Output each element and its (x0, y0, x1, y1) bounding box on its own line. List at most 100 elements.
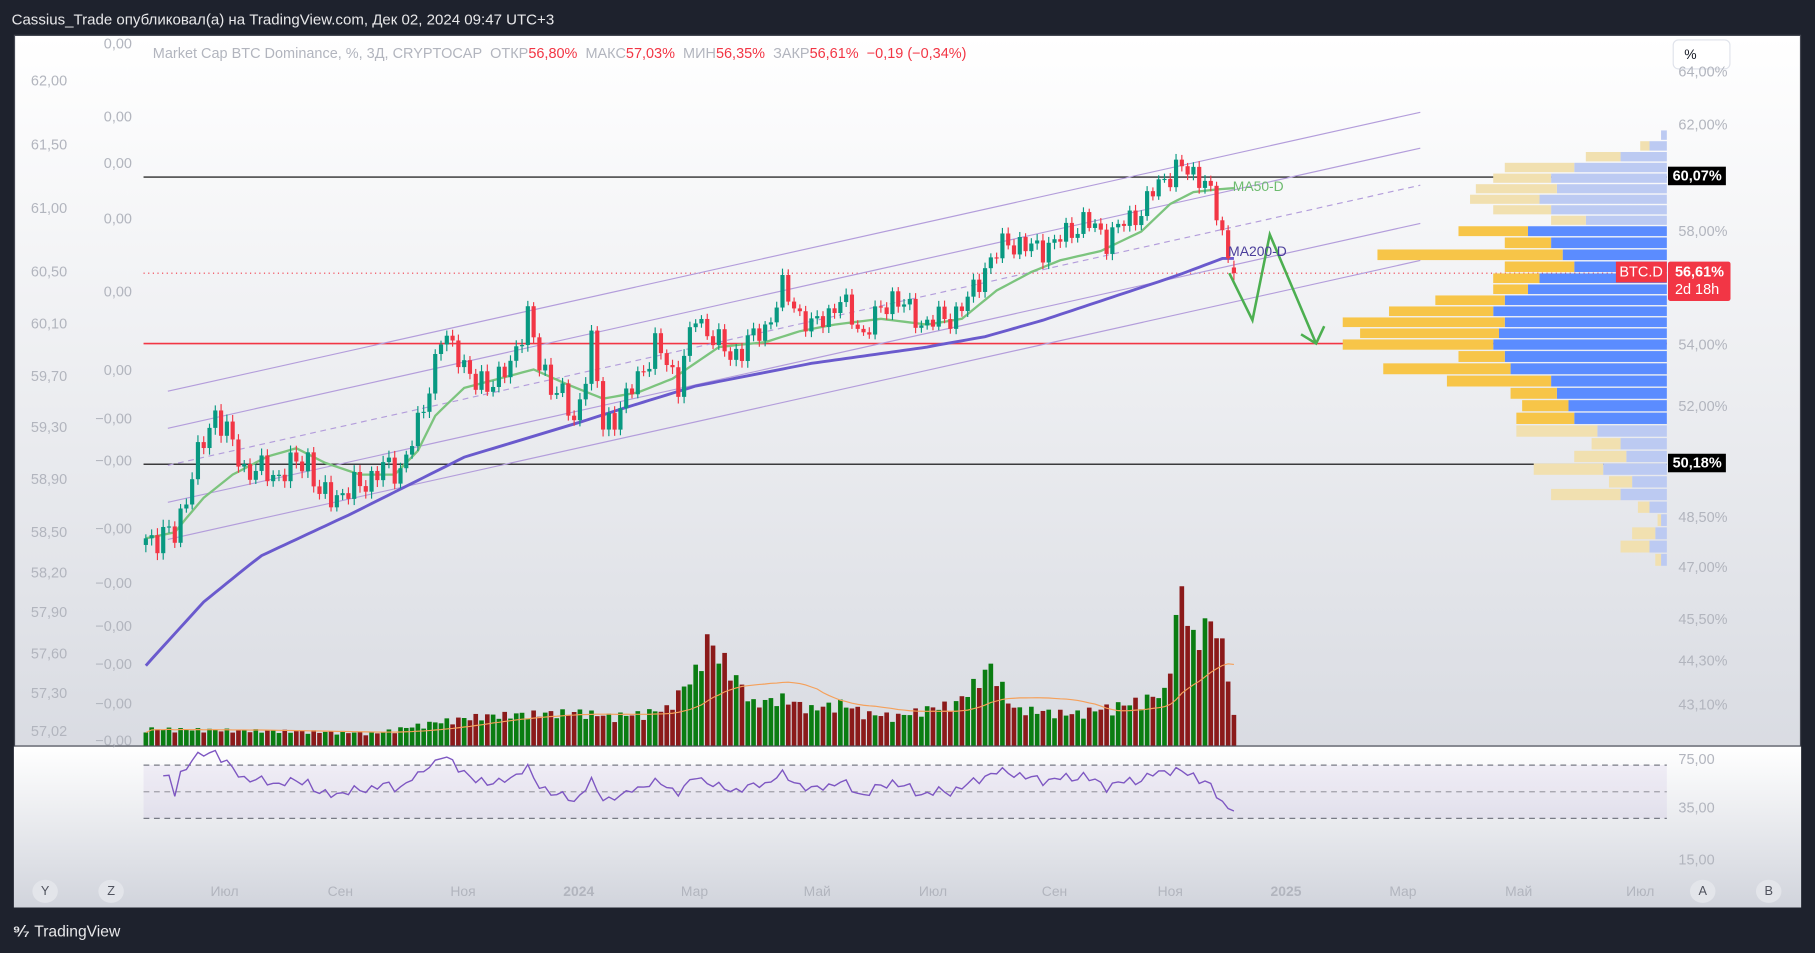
candle-body (427, 393, 432, 412)
candle-body (305, 452, 310, 472)
candle-body (433, 354, 438, 394)
volume-bar (189, 730, 195, 746)
volume-bar (757, 707, 762, 746)
volume-bar (380, 732, 386, 746)
left-axis-label: 62,00 (30, 72, 68, 90)
candle-body (606, 413, 611, 430)
left-axis-label: 0,00 (103, 210, 132, 227)
tradingview-logo[interactable]: ⁹⁄₇ TradingView (13, 921, 121, 940)
candle-body (531, 306, 536, 338)
candle-body (155, 535, 160, 554)
volume-profile-down (1516, 412, 1575, 424)
volume-bar (322, 731, 328, 746)
volume-bar (294, 731, 299, 746)
candle-body (519, 345, 525, 347)
nav-button-z[interactable]: Z (98, 879, 124, 903)
volume-bar (1231, 714, 1237, 746)
volume-bar (288, 732, 293, 746)
candle-body (1006, 233, 1011, 246)
volume-bar (988, 663, 994, 746)
volume-bar (612, 722, 617, 746)
volume-profile-down (1574, 450, 1627, 463)
candle-body (143, 538, 148, 545)
candle-body (757, 328, 762, 341)
candle-body (421, 411, 426, 413)
volume-bar (461, 718, 467, 746)
candle-body (1075, 233, 1080, 238)
low-value: 56,35% (715, 45, 766, 62)
candle-body (884, 307, 889, 315)
candle-body (1029, 243, 1034, 252)
volume-bar (195, 728, 201, 746)
volume-profile-down (1516, 425, 1598, 437)
candle-body (1168, 178, 1173, 188)
volume-bar (699, 671, 704, 746)
left-axis-label: 57,90 (30, 604, 68, 621)
candle-body (1127, 210, 1132, 226)
candle-body (826, 308, 831, 328)
candle-body (450, 335, 455, 341)
nav-button-y[interactable]: Y (32, 879, 58, 903)
candle-body (1064, 222, 1069, 242)
candle-body (1104, 229, 1109, 254)
volume-bar (160, 729, 166, 746)
volume-profile-down (1551, 488, 1621, 501)
volume-bar (450, 724, 455, 746)
volume-profile-down (1493, 205, 1552, 215)
time-axis-label: Июл (210, 883, 239, 900)
volume-bar (1104, 704, 1109, 746)
volume-profile-down (1640, 141, 1650, 151)
volume-profile-up (1620, 438, 1667, 450)
price-axis-label: 43,10% (1678, 696, 1728, 714)
volume-profile-up (1585, 215, 1667, 225)
volume-bar (913, 708, 918, 746)
nav-button-a[interactable]: A (1689, 879, 1716, 903)
volume-bar (924, 706, 930, 746)
time-axis-label: Сен (327, 883, 354, 900)
volume-profile-up (1556, 387, 1667, 399)
volume-bar (265, 730, 270, 746)
volume-bar (1034, 713, 1040, 746)
candle-body (676, 367, 681, 397)
time-axis-label: 2024 (563, 883, 595, 900)
candle-body (1214, 185, 1219, 221)
volume-bar (409, 727, 415, 746)
chart-canvas[interactable] (0, 0, 1815, 953)
volume-profile-down (1389, 306, 1494, 317)
volume-bar (392, 733, 398, 746)
volume-profile-down (1637, 501, 1650, 513)
volume-profile-down (1510, 387, 1557, 399)
volume-profile-down (1342, 339, 1494, 350)
candle-body (566, 383, 571, 416)
candle-body (1069, 222, 1074, 238)
volume-bar (1029, 706, 1034, 746)
volume-bar (809, 705, 814, 746)
volume-bar (317, 732, 322, 746)
candle-body (589, 330, 594, 384)
candle-body (288, 452, 293, 482)
candle-body (398, 468, 403, 484)
lower-level-label: 50,18% (1668, 453, 1727, 473)
price-axis-label: 44,30% (1678, 652, 1728, 670)
volume-bar (1179, 586, 1185, 746)
time-axis-label: Июл (1626, 883, 1655, 900)
price-axis-label: 45,50% (1678, 611, 1728, 628)
volume-bar (537, 716, 542, 746)
candle-body (971, 279, 976, 297)
volume-bar (525, 718, 531, 746)
volume-bar (571, 712, 577, 746)
volume-profile-down (1470, 194, 1540, 204)
volume-profile-up (1574, 412, 1667, 424)
change-value: −0,19 (−0,34%) (866, 45, 967, 62)
left-axis-label: −0,00 (95, 656, 132, 673)
volume-bar (722, 652, 727, 746)
candle-body (508, 360, 513, 378)
volume-bar (849, 708, 855, 746)
volume-bar (803, 713, 808, 746)
volume-profile-up (1649, 540, 1667, 553)
volume-bar (1110, 715, 1115, 746)
nav-button-b[interactable]: B (1755, 879, 1782, 903)
volume-profile-up (1568, 400, 1667, 412)
volume-bar (739, 684, 745, 746)
volume-bar (641, 719, 646, 746)
